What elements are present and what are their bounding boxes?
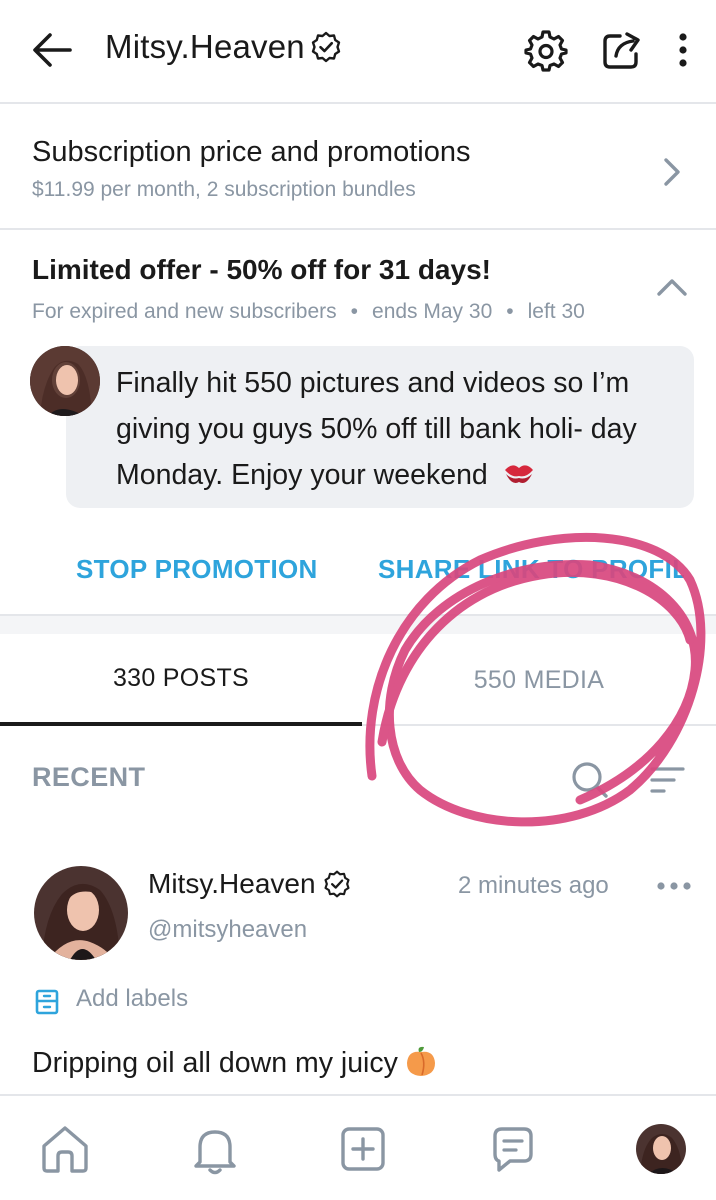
share-icon[interactable] (600, 28, 644, 72)
profile-tabs: 330 POSTS 550 MEDIA (0, 634, 716, 726)
add-post-icon[interactable] (336, 1122, 390, 1176)
offer-left: left 30 (527, 300, 585, 323)
chevron-right-icon (664, 158, 680, 186)
post-caption-text: Dripping oil all down my juicy (32, 1047, 398, 1079)
top-bar: Mitsy.Heaven (0, 0, 716, 104)
meta-separator: • (506, 300, 514, 323)
post-author-avatar[interactable] (34, 866, 128, 960)
home-icon[interactable] (38, 1122, 92, 1176)
page-title: Mitsy.Heaven (105, 28, 305, 65)
subscription-title: Subscription price and promotions (32, 136, 471, 168)
kiss-mark-icon (504, 465, 533, 483)
bottom-navigation (0, 1094, 716, 1200)
chevron-up-icon[interactable] (654, 272, 690, 302)
offer-title: Limited offer - 50% off for 31 days! (32, 254, 491, 285)
section-divider (0, 614, 716, 634)
more-horizontal-icon[interactable] (656, 876, 692, 896)
promo-message: Finally hit 550 pictures and videos so I… (116, 360, 686, 498)
labels-icon[interactable] (34, 988, 60, 1016)
tab-posts[interactable]: 330 POSTS (0, 634, 362, 726)
feed-section-label: RECENT (32, 762, 146, 792)
post-caption: Dripping oil all down my juicy (32, 1044, 438, 1080)
kebab-icon[interactable] (670, 28, 696, 72)
post-author-name[interactable]: Mitsy.Heaven (148, 868, 316, 900)
tab-media[interactable]: 550 MEDIA (362, 634, 716, 726)
profile-avatar[interactable] (636, 1124, 686, 1174)
subscription-price-row[interactable]: Subscription price and promotions $11.99… (0, 106, 716, 230)
sort-icon[interactable] (648, 764, 686, 796)
offer-audience: For expired and new subscribers (32, 300, 337, 323)
post-author[interactable]: Mitsy.Heaven (148, 868, 352, 900)
post-timestamp: 2 minutes ago (458, 872, 609, 899)
stop-promotion-button[interactable]: STOP PROMOTION (76, 554, 318, 585)
verified-badge-icon (311, 31, 341, 63)
arrow-left-icon[interactable] (30, 30, 74, 70)
promo-message-text: Finally hit 550 pictures and videos so I… (116, 367, 637, 491)
peach-icon (406, 1046, 435, 1076)
messages-icon[interactable] (486, 1122, 540, 1176)
search-icon[interactable] (570, 760, 610, 800)
add-labels-link[interactable]: Add labels (76, 985, 188, 1013)
avatar (30, 346, 100, 416)
meta-separator: • (350, 300, 359, 323)
subscription-description: $11.99 per month, 2 subscription bundles (32, 178, 416, 201)
offer-meta: For expired and new subscribers • ends May… (32, 300, 585, 324)
bell-icon[interactable] (188, 1122, 242, 1176)
offer-ends: ends May 30 (372, 300, 493, 323)
profile-title: Mitsy.Heaven (105, 28, 343, 66)
verified-badge-icon (324, 870, 350, 898)
gear-icon[interactable] (524, 28, 568, 72)
post-author-handle[interactable]: @mitsyheaven (148, 916, 307, 944)
share-link-button[interactable]: SHARE LINK TO PROFILE (378, 554, 684, 585)
